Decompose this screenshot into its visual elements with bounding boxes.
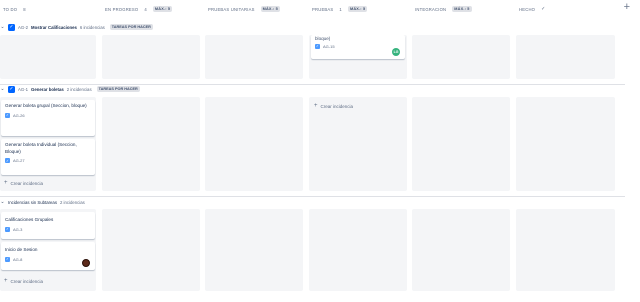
plus-icon: + xyxy=(4,180,8,186)
column-hecho-lane2 xyxy=(516,97,615,191)
wip-limit-badge: MÁX.: 5 xyxy=(452,6,472,12)
column-name: TO DO xyxy=(3,6,18,12)
column-unit-lane1 xyxy=(205,35,303,79)
subtask-icon: ✓ xyxy=(5,226,10,232)
column-name: PRUEBAS xyxy=(312,6,334,12)
swimlane-name: Mostrar Calificaciones xyxy=(31,24,77,30)
subtask-icon: ✓ xyxy=(5,256,10,262)
card-title: bloque) xyxy=(315,36,331,41)
column-hecho-lane3 xyxy=(516,209,615,291)
wip-limit-badge: MÁX.: 5 xyxy=(152,6,173,12)
plus-icon: + xyxy=(314,103,318,109)
subtask-icon: ✓ xyxy=(5,112,10,118)
create-issue-label: Crear incidencia xyxy=(320,103,354,109)
column-inprogress-lane2 xyxy=(102,97,200,191)
create-issue-button[interactable]: + Crear incidencia xyxy=(4,278,43,284)
column-count: 4 xyxy=(144,6,147,12)
column-inprogress-lane1 xyxy=(102,35,200,79)
column-inprogress-lane3 xyxy=(102,209,200,291)
swimlane-name: Generar boletas xyxy=(31,86,64,92)
column-pruebas-lane2 xyxy=(309,97,407,191)
swimlane-header-ag1[interactable]: ⌄ ✓ AG-1 Generar boletas 2 incidencias T… xyxy=(0,84,140,94)
column-count: 8 xyxy=(23,6,26,12)
card-title: Generar boleta Individual (Seccion, Bloq… xyxy=(5,142,77,154)
card-footer: ✓ AG-26 xyxy=(5,112,91,118)
column-integracion-lane3 xyxy=(412,209,510,291)
avatar[interactable] xyxy=(82,259,90,267)
create-issue-label: Crear incidencia xyxy=(10,278,44,284)
column-name: EN PROGRESO xyxy=(105,6,139,12)
column-unit-lane3 xyxy=(205,209,303,291)
column-todo-lane1 xyxy=(0,35,96,79)
column-count: 1 xyxy=(339,6,342,12)
issue-card-ag3[interactable]: Calificaciones Grupales ✓ AG-3 xyxy=(1,212,95,239)
create-issue-label: Crear incidencia xyxy=(10,180,44,186)
card-footer: ✓ AG-15 xyxy=(315,43,401,49)
swimlane-key[interactable]: AG-1 xyxy=(18,87,28,92)
issue-card-ag8[interactable]: Inicio de Sesion ✓ AG-8 xyxy=(1,242,95,270)
card-key[interactable]: AG-27 xyxy=(13,158,25,163)
chevron-down-icon[interactable]: ⌄ xyxy=(0,24,5,30)
column-name: HECHO xyxy=(519,6,536,12)
card-title: Inicio de Sesion xyxy=(5,247,38,252)
lane-divider xyxy=(0,196,625,197)
column-header-pruebas[interactable]: PRUEBAS 1 MÁX.: 5 xyxy=(309,0,368,18)
add-column-plus-icon[interactable]: + xyxy=(624,0,630,14)
status-badge: TAREAS POR HACER xyxy=(109,24,153,30)
card-footer: ✓ AG-27 xyxy=(5,158,91,164)
swimlane-count: 2 incidencias xyxy=(66,86,92,92)
swimlane-name: Incidencias sin Subtareas xyxy=(8,199,57,205)
card-footer: ✓ AG-3 xyxy=(5,226,91,232)
card-footer: ✓ AG-8 xyxy=(5,256,91,262)
column-name: INTEGRACION xyxy=(415,6,447,12)
column-integracion-lane2 xyxy=(412,97,510,191)
wip-limit-badge: MÁX.: 5 xyxy=(260,6,280,12)
create-issue-button[interactable]: + Crear incidencia xyxy=(4,180,43,186)
task-check-icon: ✓ xyxy=(8,23,15,31)
swimlane-key[interactable]: AG-2 xyxy=(18,25,28,30)
column-header-hecho[interactable]: HECHO ✓ xyxy=(516,0,546,18)
column-unit-lane2 xyxy=(205,97,303,191)
chevron-down-icon[interactable]: ⌄ xyxy=(0,199,5,205)
column-header-inprogress[interactable]: EN PROGRESO 4 MÁX.: 5 xyxy=(102,0,173,18)
swimlane-count: 6 incidencias xyxy=(79,24,105,30)
issue-card-ag26[interactable]: Generar boleta grupal (Seccion, bloque) … xyxy=(1,100,95,136)
chevron-down-icon[interactable]: ⌄ xyxy=(0,86,5,92)
task-check-icon: ✓ xyxy=(8,85,15,93)
card-title: Generar boleta grupal (Seccion, bloque) xyxy=(5,103,87,108)
issue-card-ag27[interactable]: Generar boleta Individual (Seccion, Bloq… xyxy=(1,139,95,175)
create-issue-button[interactable]: + Crear incidencia xyxy=(314,103,353,109)
card-key[interactable]: AG-3 xyxy=(13,227,22,232)
card-key[interactable]: AG-15 xyxy=(323,44,335,49)
column-header-todo[interactable]: TO DO 8 xyxy=(0,0,26,18)
check-icon: ✓ xyxy=(541,6,546,12)
column-integracion-lane1 xyxy=(412,35,510,79)
wip-limit-badge: MÁX.: 5 xyxy=(347,6,368,12)
column-hecho-lane1 xyxy=(516,35,615,79)
card-key[interactable]: AG-26 xyxy=(13,113,25,118)
column-header-unit-tests[interactable]: PRUEBAS UNITARIAS MÁX.: 5 xyxy=(205,0,280,18)
card-key[interactable]: AG-8 xyxy=(13,257,22,262)
swimlane-header-ag2[interactable]: ⌄ ✓ AG-2 Mostrar Calificaciones 6 incide… xyxy=(0,22,153,32)
card-title: Calificaciones Grupales xyxy=(5,217,54,222)
column-pruebas-lane3 xyxy=(309,209,407,291)
subtask-icon: ✓ xyxy=(315,43,320,49)
issue-card-ag15[interactable]: bloque) ✓ AG-15 LG xyxy=(311,35,405,59)
swimlane-header-no-subtasks[interactable]: ⌄ Incidencias sin Subtareas 2 incidencia… xyxy=(0,197,85,207)
swimlane-count: 2 incidencias xyxy=(59,199,85,205)
avatar[interactable]: LG xyxy=(392,48,400,56)
subtask-icon: ✓ xyxy=(5,158,10,164)
column-name: PRUEBAS UNITARIAS xyxy=(208,6,255,12)
plus-icon: + xyxy=(4,278,8,284)
column-header-integracion[interactable]: INTEGRACION MÁX.: 5 xyxy=(412,0,472,18)
status-badge: TAREAS POR HACER xyxy=(96,86,140,92)
